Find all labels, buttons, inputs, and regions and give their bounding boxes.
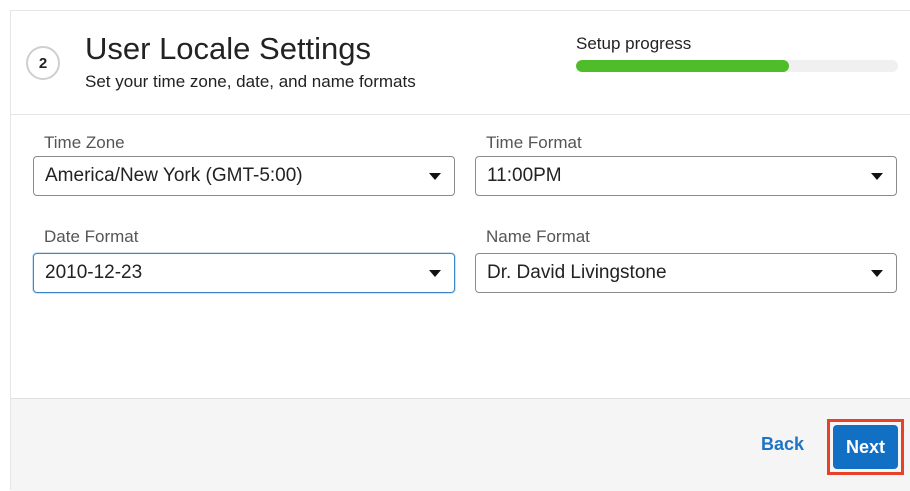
chevron-down-icon [871, 270, 883, 277]
setup-progress-fill [576, 60, 789, 72]
time-format-value: 11:00PM [487, 165, 562, 186]
name-format-select[interactable]: Dr. David Livingstone [475, 253, 897, 293]
setup-wizard-panel: 2 User Locale Settings Set your time zon… [10, 10, 910, 491]
date-format-select[interactable]: 2010-12-23 [33, 253, 455, 293]
chevron-down-icon [429, 173, 441, 180]
chevron-down-icon [871, 173, 883, 180]
time-zone-value: America/New York (GMT-5:00) [45, 165, 303, 186]
setup-progress-label: Setup progress [576, 34, 692, 53]
back-button[interactable]: Back [761, 434, 804, 455]
next-button[interactable]: Next [833, 425, 898, 469]
chevron-down-icon [429, 270, 441, 277]
setup-progress-bar [576, 60, 898, 72]
page-title: User Locale Settings [85, 31, 372, 66]
wizard-footer: Back Next [11, 398, 910, 491]
wizard-header: 2 User Locale Settings Set your time zon… [11, 11, 910, 115]
date-format-label: Date Format [44, 227, 139, 246]
time-format-label: Time Format [486, 133, 582, 152]
step-number-badge: 2 [26, 46, 60, 80]
page-subtitle: Set your time zone, date, and name forma… [85, 72, 416, 91]
name-format-label: Name Format [486, 227, 590, 246]
date-format-value: 2010-12-23 [45, 262, 143, 283]
time-format-select[interactable]: 11:00PM [475, 156, 897, 196]
time-zone-select[interactable]: America/New York (GMT-5:00) [33, 156, 455, 196]
name-format-value: Dr. David Livingstone [487, 262, 667, 283]
time-zone-label: Time Zone [44, 133, 125, 152]
